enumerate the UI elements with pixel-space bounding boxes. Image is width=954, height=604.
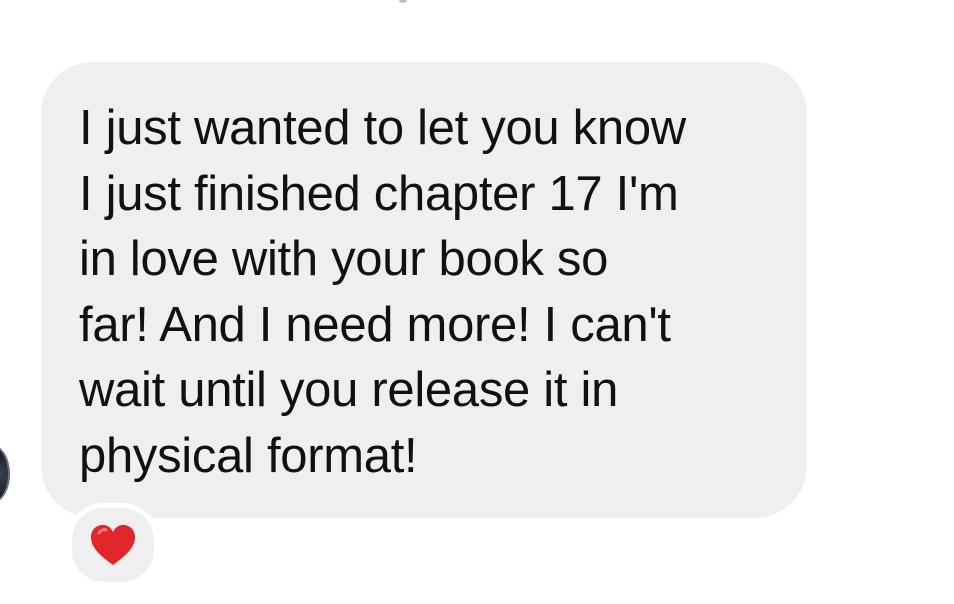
message-line: wait until you release it in <box>79 363 619 417</box>
heart-icon <box>91 525 135 565</box>
message-line: in love with your book so <box>79 232 609 286</box>
message-bubble[interactable]: I just wanted to let you know I just fin… <box>41 62 807 518</box>
scroll-indicator <box>399 0 407 3</box>
message-line: far! And I need more! I can't <box>79 297 671 352</box>
chat-screen: I just wanted to let you know I just fin… <box>0 0 954 604</box>
message-line: physical format! <box>79 428 418 483</box>
message-line: I just finished chapter 17 I'm <box>79 166 679 221</box>
message-text: I just wanted to let you know I just fin… <box>79 96 777 489</box>
reaction-badge[interactable] <box>67 503 159 587</box>
avatar[interactable] <box>0 444 10 504</box>
message-line: I just wanted to let you know <box>79 101 686 155</box>
